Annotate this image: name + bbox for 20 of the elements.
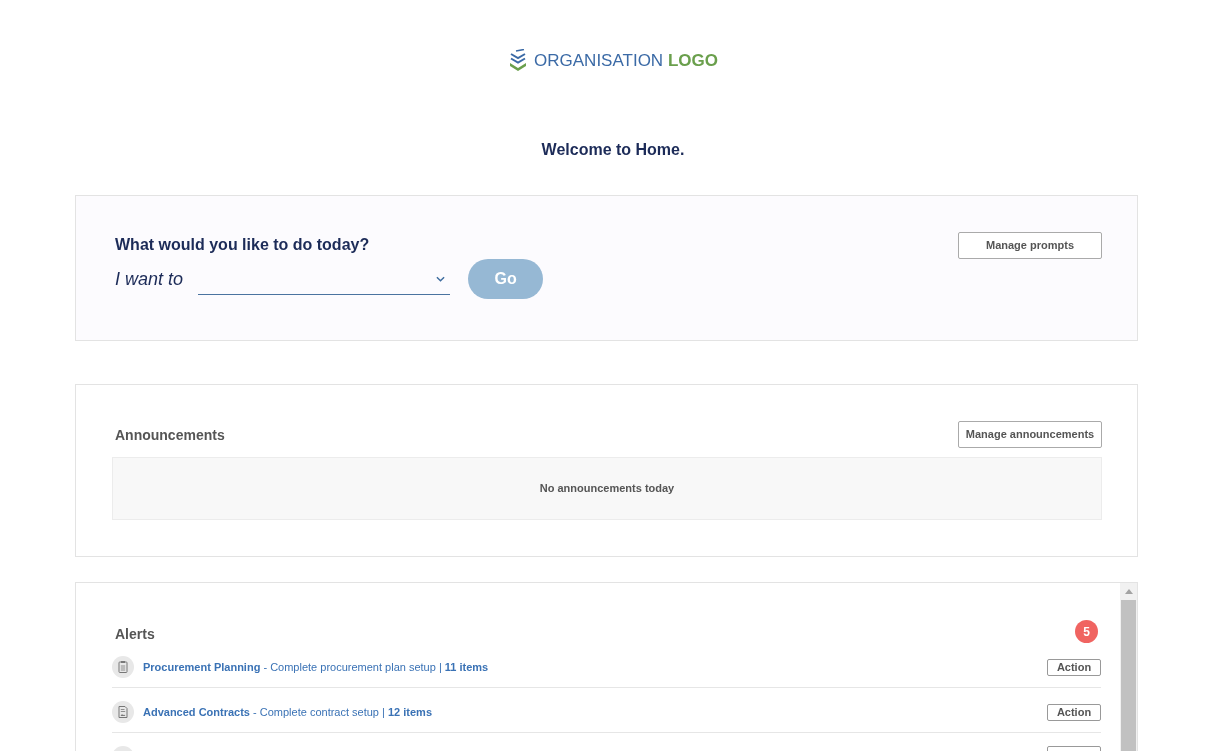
clipboard-icon — [112, 656, 134, 678]
alert-link[interactable]: Advanced Contracts - Complete contract setup | 12 items — [143, 705, 432, 719]
prompt-title: What would you like to do today? — [115, 236, 371, 254]
action-button[interactable]: Action — [1047, 703, 1101, 721]
alert-count-badge: 5 — [1075, 620, 1098, 643]
alerts-heading: Alerts — [115, 624, 155, 643]
scrollbar-thumb[interactable] — [1121, 600, 1136, 751]
scroll-up-icon[interactable] — [1124, 589, 1133, 594]
manage-prompts-button[interactable]: Manage prompts — [958, 232, 1102, 259]
welcome-heading: Welcome to Home. — [541, 140, 685, 160]
logo-icon — [508, 49, 529, 73]
document-icon — [112, 701, 134, 723]
prompt-label: I want to — [115, 268, 184, 290]
manage-announcements-button[interactable]: Manage announcements — [958, 421, 1102, 448]
alert-link[interactable]: Procurement Planning - Complete procurement plan setup | 11 items — [143, 660, 489, 674]
action-button[interactable]: Action — [1047, 658, 1101, 676]
announcements-heading: Announcements — [115, 425, 225, 444]
chevron-down-icon — [436, 275, 446, 282]
empty-message: No announcements today — [539, 481, 675, 497]
logo-text: ORGANISATION LOGO — [534, 51, 718, 71]
